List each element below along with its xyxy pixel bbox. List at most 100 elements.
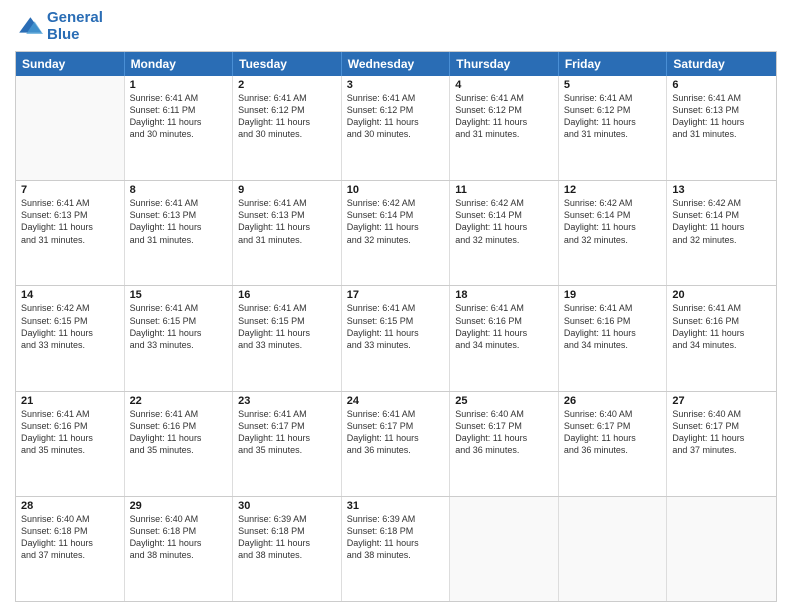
cell-info-line: and 34 minutes.: [564, 339, 662, 351]
cell-info-line: Sunrise: 6:42 AM: [672, 197, 771, 209]
cell-info-line: Daylight: 11 hours: [564, 221, 662, 233]
cell-info-line: Sunrise: 6:41 AM: [130, 302, 228, 314]
cell-info-line: Daylight: 11 hours: [672, 432, 771, 444]
cell-info-line: Sunrise: 6:41 AM: [564, 302, 662, 314]
calendar-cell: [559, 497, 668, 601]
cell-info-line: and 32 minutes.: [564, 234, 662, 246]
cell-info-line: and 34 minutes.: [455, 339, 553, 351]
day-number: 27: [672, 395, 771, 407]
cell-info-line: and 35 minutes.: [238, 444, 336, 456]
cell-info-line: Daylight: 11 hours: [347, 432, 445, 444]
cell-info-line: Sunrise: 6:41 AM: [130, 408, 228, 420]
cell-info-line: Sunset: 6:12 PM: [564, 104, 662, 116]
cell-info-line: Sunset: 6:17 PM: [238, 420, 336, 432]
cell-info-line: Sunrise: 6:41 AM: [21, 408, 119, 420]
cell-info-line: Sunrise: 6:41 AM: [347, 92, 445, 104]
cell-info-line: Sunset: 6:17 PM: [672, 420, 771, 432]
day-number: 25: [455, 395, 553, 407]
cell-info-line: Daylight: 11 hours: [130, 221, 228, 233]
weekday-header-monday: Monday: [125, 52, 234, 76]
calendar-cell: 8Sunrise: 6:41 AMSunset: 6:13 PMDaylight…: [125, 181, 234, 285]
calendar-cell: 19Sunrise: 6:41 AMSunset: 6:16 PMDayligh…: [559, 286, 668, 390]
cell-info-line: and 38 minutes.: [130, 549, 228, 561]
calendar-cell: 13Sunrise: 6:42 AMSunset: 6:14 PMDayligh…: [667, 181, 776, 285]
day-number: 14: [21, 289, 119, 301]
cell-info-line: Sunrise: 6:41 AM: [455, 302, 553, 314]
calendar-row-3: 21Sunrise: 6:41 AMSunset: 6:16 PMDayligh…: [16, 392, 776, 497]
cell-info-line: Sunset: 6:15 PM: [21, 315, 119, 327]
weekday-header-tuesday: Tuesday: [233, 52, 342, 76]
cell-info-line: Daylight: 11 hours: [455, 327, 553, 339]
day-number: 10: [347, 184, 445, 196]
weekday-header-wednesday: Wednesday: [342, 52, 451, 76]
day-number: 8: [130, 184, 228, 196]
cell-info-line: Sunset: 6:14 PM: [672, 209, 771, 221]
calendar-cell: 7Sunrise: 6:41 AMSunset: 6:13 PMDaylight…: [16, 181, 125, 285]
cell-info-line: Daylight: 11 hours: [455, 116, 553, 128]
cell-info-line: Sunrise: 6:41 AM: [130, 197, 228, 209]
day-number: 24: [347, 395, 445, 407]
cell-info-line: Sunrise: 6:42 AM: [347, 197, 445, 209]
calendar-cell: 25Sunrise: 6:40 AMSunset: 6:17 PMDayligh…: [450, 392, 559, 496]
calendar-cell: 3Sunrise: 6:41 AMSunset: 6:12 PMDaylight…: [342, 76, 451, 180]
cell-info-line: Sunrise: 6:41 AM: [238, 408, 336, 420]
cell-info-line: Sunset: 6:12 PM: [347, 104, 445, 116]
calendar-cell: 30Sunrise: 6:39 AMSunset: 6:18 PMDayligh…: [233, 497, 342, 601]
day-number: 13: [672, 184, 771, 196]
cell-info-line: and 35 minutes.: [21, 444, 119, 456]
cell-info-line: Daylight: 11 hours: [238, 221, 336, 233]
cell-info-line: Sunrise: 6:41 AM: [347, 302, 445, 314]
calendar-cell: 4Sunrise: 6:41 AMSunset: 6:12 PMDaylight…: [450, 76, 559, 180]
cell-info-line: Sunrise: 6:39 AM: [347, 513, 445, 525]
cell-info-line: Daylight: 11 hours: [564, 327, 662, 339]
day-number: 22: [130, 395, 228, 407]
cell-info-line: and 37 minutes.: [672, 444, 771, 456]
cell-info-line: Sunrise: 6:41 AM: [238, 302, 336, 314]
calendar-cell: 15Sunrise: 6:41 AMSunset: 6:15 PMDayligh…: [125, 286, 234, 390]
logo-text: General Blue: [47, 10, 103, 43]
cell-info-line: Sunset: 6:13 PM: [672, 104, 771, 116]
page: General Blue SundayMondayTuesdayWednesda…: [0, 0, 792, 612]
cell-info-line: Sunset: 6:16 PM: [21, 420, 119, 432]
cell-info-line: and 36 minutes.: [347, 444, 445, 456]
cell-info-line: Sunset: 6:13 PM: [130, 209, 228, 221]
calendar-cell: 28Sunrise: 6:40 AMSunset: 6:18 PMDayligh…: [16, 497, 125, 601]
calendar-cell: 11Sunrise: 6:42 AMSunset: 6:14 PMDayligh…: [450, 181, 559, 285]
calendar-row-4: 28Sunrise: 6:40 AMSunset: 6:18 PMDayligh…: [16, 497, 776, 601]
cell-info-line: Sunrise: 6:40 AM: [21, 513, 119, 525]
cell-info-line: Sunset: 6:16 PM: [672, 315, 771, 327]
cell-info-line: Sunrise: 6:41 AM: [21, 197, 119, 209]
calendar-cell: 14Sunrise: 6:42 AMSunset: 6:15 PMDayligh…: [16, 286, 125, 390]
calendar-cell: 24Sunrise: 6:41 AMSunset: 6:17 PMDayligh…: [342, 392, 451, 496]
cell-info-line: Sunset: 6:17 PM: [564, 420, 662, 432]
cell-info-line: Daylight: 11 hours: [130, 537, 228, 549]
weekday-header-saturday: Saturday: [667, 52, 776, 76]
cell-info-line: Daylight: 11 hours: [347, 537, 445, 549]
cell-info-line: Daylight: 11 hours: [238, 327, 336, 339]
cell-info-line: and 38 minutes.: [238, 549, 336, 561]
day-number: 26: [564, 395, 662, 407]
cell-info-line: and 33 minutes.: [347, 339, 445, 351]
calendar-cell: 27Sunrise: 6:40 AMSunset: 6:17 PMDayligh…: [667, 392, 776, 496]
day-number: 16: [238, 289, 336, 301]
weekday-header-friday: Friday: [559, 52, 668, 76]
day-number: 9: [238, 184, 336, 196]
cell-info-line: Daylight: 11 hours: [347, 221, 445, 233]
calendar-cell: 26Sunrise: 6:40 AMSunset: 6:17 PMDayligh…: [559, 392, 668, 496]
calendar-cell: 6Sunrise: 6:41 AMSunset: 6:13 PMDaylight…: [667, 76, 776, 180]
day-number: 4: [455, 79, 553, 91]
cell-info-line: Sunrise: 6:41 AM: [672, 302, 771, 314]
cell-info-line: Daylight: 11 hours: [21, 327, 119, 339]
cell-info-line: and 38 minutes.: [347, 549, 445, 561]
cell-info-line: Sunset: 6:14 PM: [347, 209, 445, 221]
calendar-cell: 18Sunrise: 6:41 AMSunset: 6:16 PMDayligh…: [450, 286, 559, 390]
calendar-cell: 17Sunrise: 6:41 AMSunset: 6:15 PMDayligh…: [342, 286, 451, 390]
logo: General Blue: [15, 10, 103, 43]
cell-info-line: and 36 minutes.: [564, 444, 662, 456]
day-number: 18: [455, 289, 553, 301]
cell-info-line: Sunrise: 6:41 AM: [455, 92, 553, 104]
cell-info-line: Daylight: 11 hours: [238, 116, 336, 128]
calendar-row-2: 14Sunrise: 6:42 AMSunset: 6:15 PMDayligh…: [16, 286, 776, 391]
cell-info-line: Sunset: 6:13 PM: [21, 209, 119, 221]
cell-info-line: Daylight: 11 hours: [455, 221, 553, 233]
